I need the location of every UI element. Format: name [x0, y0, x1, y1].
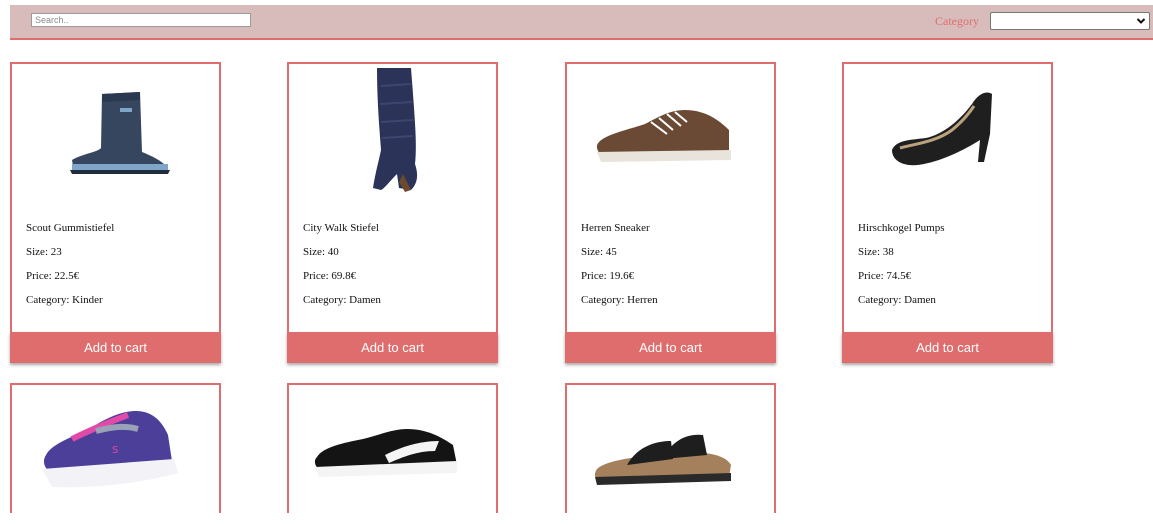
sneaker-icon — [567, 64, 774, 204]
price-value: 74.5€ — [886, 270, 912, 282]
kids-sneaker-icon: S — [12, 385, 219, 525]
add-to-cart-button[interactable]: Add to cart — [842, 332, 1053, 363]
sandal-icon — [567, 385, 774, 525]
add-to-cart-button[interactable]: Add to cart — [10, 332, 221, 363]
category-value: Herren — [627, 294, 658, 306]
category-label: Category — [935, 14, 979, 28]
category-value: Damen — [349, 294, 381, 306]
product-price: Price: 74.5€ — [858, 270, 911, 282]
rain-boot-icon — [12, 64, 219, 204]
size-label: Size: — [858, 246, 883, 258]
top-bar: Category — [10, 5, 1153, 40]
category-value: Damen — [904, 294, 936, 306]
product-size: Size: 40 — [303, 246, 339, 258]
tall-boot-icon — [289, 64, 496, 204]
category-prefix: Category: — [858, 294, 905, 306]
price-value: 69.8€ — [331, 270, 357, 282]
add-to-cart-button[interactable]: Add to cart — [287, 332, 498, 363]
size-value: 45 — [605, 246, 617, 258]
product-name: Herren Sneaker — [581, 222, 650, 234]
product-category: Category: Damen — [858, 294, 936, 306]
product-category: Category: Herren — [581, 294, 658, 306]
price-value: 22.5€ — [54, 270, 80, 282]
product-name: Hirschkogel Pumps — [858, 222, 945, 234]
category-prefix: Category: — [26, 294, 73, 306]
product-name: City Walk Stiefel — [303, 222, 379, 234]
product-size: Size: 45 — [581, 246, 617, 258]
size-label: Size: — [303, 246, 328, 258]
product-size: Size: 23 — [26, 246, 62, 258]
product-card: Herren Sneaker Size: 45 Price: 19.6€ Cat… — [565, 62, 776, 363]
puma-sneaker-icon — [289, 385, 496, 525]
product-size: Size: 38 — [858, 246, 894, 258]
add-to-cart-button[interactable]: Add to cart — [565, 332, 776, 363]
product-price: Price: 69.8€ — [303, 270, 356, 282]
price-label: Price: — [303, 270, 332, 282]
price-label: Price: — [858, 270, 887, 282]
size-value: 40 — [327, 246, 339, 258]
size-value: 23 — [50, 246, 62, 258]
product-card — [287, 383, 498, 513]
price-label: Price: — [581, 270, 610, 282]
price-label: Price: — [26, 270, 55, 282]
size-value: 38 — [882, 246, 894, 258]
category-select[interactable] — [990, 12, 1150, 30]
category-prefix: Category: — [581, 294, 628, 306]
pump-icon — [844, 64, 1051, 204]
product-name: Scout Gummistiefel — [26, 222, 115, 234]
price-value: 19.6€ — [609, 270, 635, 282]
size-label: Size: — [581, 246, 606, 258]
product-category: Category: Damen — [303, 294, 381, 306]
chevron-down-icon — [1136, 18, 1146, 24]
product-price: Price: 22.5€ — [26, 270, 79, 282]
product-card: Scout Gummistiefel Size: 23 Price: 22.5€… — [10, 62, 221, 363]
product-category: Category: Kinder — [26, 294, 103, 306]
product-card — [565, 383, 776, 513]
product-price: Price: 19.6€ — [581, 270, 634, 282]
category-value: Kinder — [72, 294, 103, 306]
search-input[interactable] — [31, 13, 251, 27]
product-card: Hirschkogel Pumps Size: 38 Price: 74.5€ … — [842, 62, 1053, 363]
product-card: City Walk Stiefel Size: 40 Price: 69.8€ … — [287, 62, 498, 363]
category-prefix: Category: — [303, 294, 350, 306]
product-card: S — [10, 383, 221, 513]
svg-text:S: S — [112, 445, 118, 456]
size-label: Size: — [26, 246, 51, 258]
